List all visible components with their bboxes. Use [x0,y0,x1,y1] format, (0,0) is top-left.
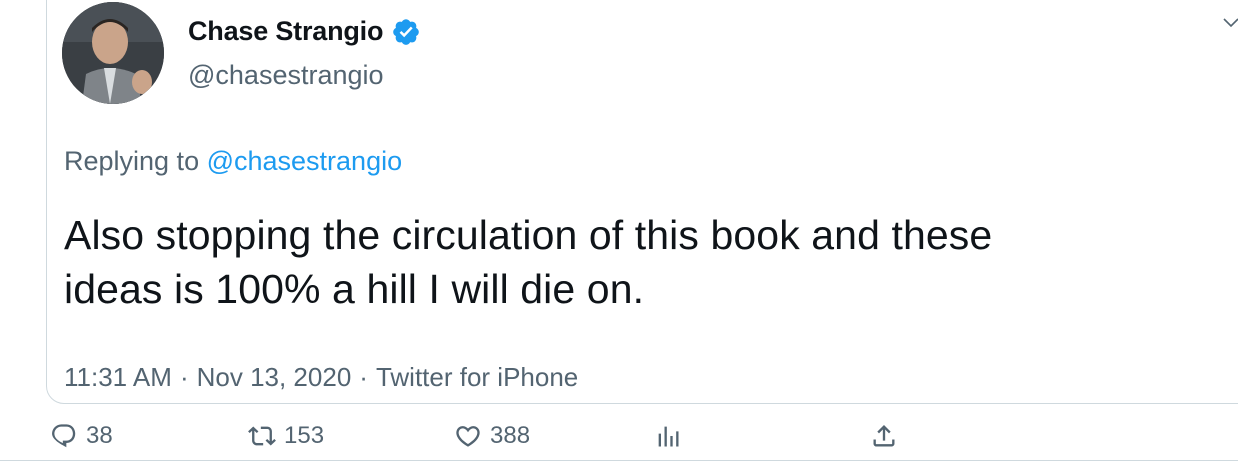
replying-handle-link[interactable]: @chasestrangio [207,146,403,176]
chevron-down-icon[interactable] [1222,14,1238,32]
tweet-source[interactable]: Twitter for iPhone [376,362,578,393]
tweet-date[interactable]: Nov 13, 2020 [197,362,352,393]
like-button[interactable]: 388 [454,422,530,450]
analytics-button[interactable] [654,422,690,450]
analytics-icon [658,426,679,447]
action-bar: 38 153 388 [0,416,1238,460]
share-button[interactable] [870,422,906,450]
share-icon [873,425,895,447]
tweet-time[interactable]: 11:31 AM [64,362,172,393]
meta-separator: · [359,362,368,392]
bottom-divider [0,460,1238,461]
retweet-count: 153 [284,422,325,449]
like-count: 388 [490,422,531,449]
replying-to: Replying to @chasestrangio [64,146,402,177]
replying-prefix: Replying to [64,146,207,176]
like-icon [456,426,480,447]
retweet-button[interactable]: 153 [248,422,324,450]
verified-badge-icon [393,18,420,45]
reply-count: 38 [86,422,113,449]
avatar[interactable] [62,2,164,104]
tweet-text-line: ideas is 100% a hill I will die on. [64,266,645,312]
tweet-meta: 11:31 AM · Nov 13, 2020 · Twitter for iP… [64,362,578,393]
author-name-row[interactable]: Chase Strangio [188,16,421,47]
author-handle[interactable]: @chasestrangio [188,60,384,91]
retweet-icon [248,426,276,446]
reply-icon [52,424,76,448]
author-name[interactable]: Chase Strangio [188,16,383,47]
tweet-text: Also stopping the circulation of this bo… [64,208,1214,316]
reply-button[interactable]: 38 [50,422,113,450]
tweet-text-line: Also stopping the circulation of this bo… [64,212,993,258]
meta-separator: · [179,362,189,392]
